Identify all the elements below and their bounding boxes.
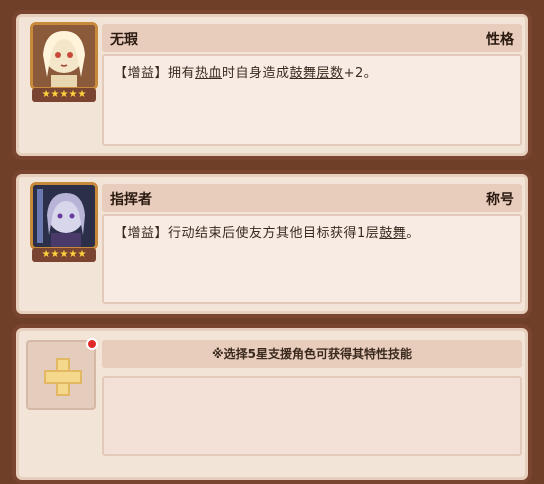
- support-hint-text: ※选择5星支援角色可获得其特性技能: [211, 347, 413, 361]
- trait-category: 性格: [486, 32, 514, 48]
- character-portrait-image: [33, 185, 95, 247]
- star-rating-label: ★★★★★: [41, 89, 87, 100]
- trait-header: 无瑕 性格: [102, 24, 522, 52]
- support-slot-card: ※选择5星支援角色可获得其特性技能: [12, 324, 532, 484]
- character-portrait[interactable]: [30, 22, 98, 90]
- trait-name: 无瑕: [110, 32, 138, 48]
- trait-description: 【增益】拥有热血时自身造成鼓舞层数+2。: [114, 66, 378, 81]
- trait-header: 指挥者 称号: [102, 184, 522, 212]
- notification-dot-icon: [86, 338, 98, 350]
- trait-card-commander: ★★★★★ 指挥者 称号 【增益】行动结束后使友方其他目标获得1层鼓舞。: [12, 170, 532, 318]
- trait-category: 称号: [486, 192, 514, 208]
- keyword-link[interactable]: 鼓舞层数: [290, 66, 344, 81]
- character-portrait[interactable]: [30, 182, 98, 250]
- support-hint-bar: ※选择5星支援角色可获得其特性技能: [102, 340, 522, 368]
- trait-name: 指挥者: [110, 192, 152, 208]
- trait-description-box: 【增益】拥有热血时自身造成鼓舞层数+2。: [102, 54, 522, 146]
- trait-card-flawless: ★★★★★ 无瑕 性格 【增益】拥有热血时自身造成鼓舞层数+2。: [12, 10, 532, 160]
- star-rating: ★★★★★: [32, 88, 96, 102]
- keyword-link[interactable]: 热血: [195, 66, 222, 81]
- plus-icon-bar: [44, 370, 82, 384]
- character-portrait-image: [33, 25, 95, 87]
- keyword-link[interactable]: 鼓舞: [379, 226, 406, 241]
- trait-description: 【增益】行动结束后使友方其他目标获得1层鼓舞。: [114, 226, 420, 241]
- star-rating: ★★★★★: [32, 248, 96, 262]
- star-rating-label: ★★★★★: [41, 249, 87, 260]
- trait-description-box: 【增益】行动结束后使友方其他目标获得1层鼓舞。: [102, 214, 522, 304]
- empty-description-box: [102, 376, 522, 456]
- add-support-button[interactable]: [26, 340, 96, 410]
